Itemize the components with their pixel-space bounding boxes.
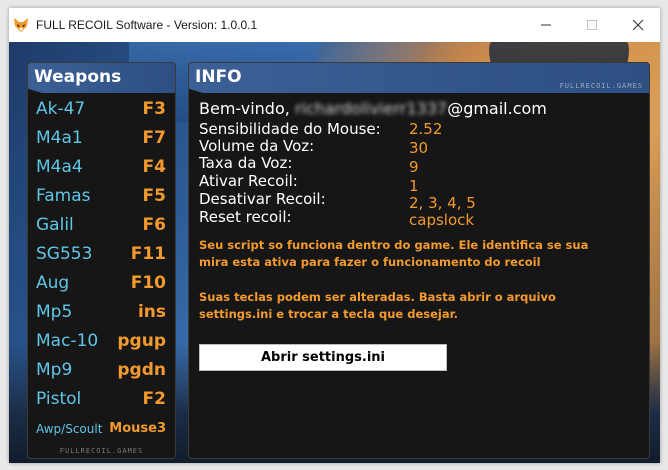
weapon-name: Ak-47 <box>36 99 86 119</box>
setting-value-sensitivity: 2.52 <box>409 120 443 138</box>
welcome-line: Bem-vindo, richardolivierr1337@gmail.com <box>199 99 547 118</box>
weapon-name: M4a4 <box>36 157 83 177</box>
weapon-name: Galil <box>36 215 74 235</box>
weapons-title: Weapons <box>34 67 122 87</box>
close-button[interactable] <box>615 8 660 42</box>
minimize-icon <box>541 24 551 26</box>
weapon-row-sg553: SG553 F11 <box>28 241 175 270</box>
weapon-row-ak47: Ak-47 F3 <box>28 96 175 125</box>
close-icon <box>632 19 644 31</box>
masked-email-user: richardolivierr1337 <box>294 99 448 118</box>
setting-label-voice-rate: Taxa da Voz: <box>199 154 293 172</box>
weapon-row-mp9: Mp9 pgdn <box>28 357 175 386</box>
setting-value-voice-volume: 30 <box>409 139 429 157</box>
weapon-name: Mac-10 <box>36 331 99 351</box>
weapon-hotkey: Mouse3 <box>109 421 166 436</box>
weapon-row-awp: Awp/Scoult Mouse3 <box>28 415 175 444</box>
setting-label-sensitivity: Sensibilidade do Mouse: <box>199 120 381 138</box>
app-window: FULL RECOIL Software - Version: 1.0.0.1 … <box>9 8 660 463</box>
weapon-name: Mp9 <box>36 360 73 380</box>
weapon-hotkey: pgdn <box>117 360 166 380</box>
weapon-hotkey: pgup <box>117 331 166 351</box>
weapon-name: Awp/Scoult <box>36 422 103 436</box>
weapon-row-m4a1: M4a1 F7 <box>28 125 175 154</box>
weapon-name: M4a1 <box>36 128 83 148</box>
weapon-hotkey: F3 <box>142 99 166 119</box>
setting-label-reset-recoil: Reset recoil: <box>199 208 292 226</box>
weapon-row-aug: Aug F10 <box>28 270 175 299</box>
weapon-row-mp5: Mp5 ins <box>28 299 175 328</box>
weapon-name: SG553 <box>36 244 93 264</box>
open-settings-button[interactable]: Abrir settings.ini <box>199 344 447 371</box>
maximize-button[interactable] <box>569 8 615 42</box>
weapon-hotkey: F7 <box>142 128 166 148</box>
weapon-row-galil: Galil F6 <box>28 212 175 241</box>
setting-value-voice-rate: 9 <box>409 158 419 176</box>
window-title: FULL RECOIL Software - Version: 1.0.0.1 <box>36 18 258 32</box>
setting-label-voice-volume: Volume da Voz: <box>199 137 315 155</box>
weapon-row-famas: Famas F5 <box>28 183 175 212</box>
minimize-button[interactable] <box>523 8 569 42</box>
info-title: INFO <box>195 67 242 87</box>
setting-label-enable-recoil: Ativar Recoil: <box>199 172 298 190</box>
info-panel: INFO FULLRECOIL.GAMES Bem-vindo, richard… <box>188 62 650 459</box>
welcome-prefix: Bem-vindo, <box>199 99 290 118</box>
setting-value-enable-recoil: 1 <box>409 177 419 195</box>
weapon-row-m4a4: M4a4 F4 <box>28 154 175 183</box>
setting-value-disable-recoil: 2, 3, 4, 5 <box>409 194 476 212</box>
maximize-icon <box>587 20 597 30</box>
weapon-hotkey: F11 <box>130 244 166 264</box>
weapon-name: Pistol <box>36 389 82 409</box>
email-domain: @gmail.com <box>447 99 547 118</box>
weapon-hotkey: F2 <box>142 389 166 409</box>
brand-tag: FULLRECOIL.GAMES <box>559 82 643 90</box>
weapon-name: Mp5 <box>36 302 73 322</box>
notice-game-only: Seu script so funciona dentro do game. E… <box>199 238 589 269</box>
setting-value-reset-recoil: capslock <box>409 211 475 229</box>
weapon-hotkey: F10 <box>130 273 166 293</box>
title-bar[interactable]: FULL RECOIL Software - Version: 1.0.0.1 <box>9 8 660 42</box>
weapon-hotkey: F6 <box>142 215 166 235</box>
weapon-name: Aug <box>36 273 70 293</box>
weapon-hotkey: ins <box>137 302 166 322</box>
weapon-name: Famas <box>36 186 91 206</box>
notice-keys-editable: Suas teclas podem ser alteradas. Basta a… <box>199 290 556 321</box>
weapon-row-pistol: Pistol F2 <box>28 386 175 415</box>
brand-footer: FULLRECOIL.GAMES <box>59 447 144 455</box>
weapon-hotkey: F4 <box>142 157 166 177</box>
setting-label-disable-recoil: Desativar Recoil: <box>199 190 326 208</box>
main-content: Weapons Ak-47 F3 M4a1 F7 M4a4 F4 Famas F… <box>9 42 660 463</box>
fox-logo-icon <box>14 18 28 32</box>
weapon-hotkey: F5 <box>142 186 166 206</box>
weapons-panel: Weapons Ak-47 F3 M4a1 F7 M4a4 F4 Famas F… <box>27 62 176 459</box>
weapon-row-mac10: Mac-10 pgup <box>28 328 175 357</box>
